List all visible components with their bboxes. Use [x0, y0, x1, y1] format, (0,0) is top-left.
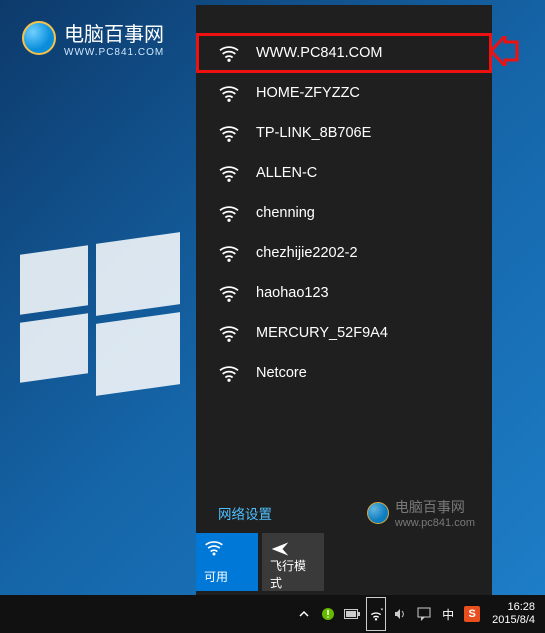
brand-subtitle: WWW.PC841.COM: [64, 47, 164, 58]
callout-arrow: [489, 36, 519, 66]
wifi-icon: [218, 124, 240, 142]
clock-date: 2015/8/4: [492, 614, 535, 627]
clock-time: 16:28: [492, 601, 535, 614]
airplane-tile[interactable]: 飞行模式: [262, 533, 324, 591]
wifi-icon: [218, 44, 240, 62]
system-tray: * 中 S 16:28 2015/8/4: [292, 595, 545, 633]
sogou-ime-icon[interactable]: S: [460, 595, 484, 633]
network-item-0[interactable]: WWW.PC841.COM: [196, 33, 492, 73]
airplane-tile-label: 飞行模式: [270, 557, 316, 591]
wifi-tile-label: 可用: [204, 568, 228, 585]
watermark-sub: www.pc841.com: [395, 517, 475, 529]
network-ssid: TP-LINK_8B706E: [256, 125, 371, 141]
wifi-icon: [218, 244, 240, 262]
ime-indicator[interactable]: 中: [436, 595, 460, 633]
wifi-icon: [218, 84, 240, 102]
network-item-4[interactable]: chenning: [196, 193, 492, 233]
quick-tiles: 可用 飞行模式: [196, 533, 492, 595]
volume-icon[interactable]: [388, 595, 412, 633]
watermark-title: 电脑百事网: [395, 497, 475, 517]
wifi-icon: [218, 324, 240, 342]
battery-icon[interactable]: [340, 595, 364, 633]
svg-text:*: *: [381, 608, 384, 615]
network-item-3[interactable]: ALLEN-C: [196, 153, 492, 193]
network-item-8[interactable]: Netcore: [196, 353, 492, 393]
network-ssid: chezhijie2202-2: [256, 245, 358, 261]
network-ssid: ALLEN-C: [256, 165, 317, 181]
taskbar: * 中 S 16:28 2015/8/4: [0, 595, 545, 633]
network-ssid: MERCURY_52F9A4: [256, 325, 388, 341]
network-item-2[interactable]: TP-LINK_8B706E: [196, 113, 492, 153]
security-icon[interactable]: [316, 595, 340, 633]
action-center-icon[interactable]: [412, 595, 436, 633]
network-ssid: haohao123: [256, 285, 329, 301]
wifi-icon: [218, 364, 240, 382]
brand-title: 电脑百事网: [64, 18, 164, 47]
network-list: WWW.PC841.COM HOME-ZFYZZC TP-LINK_8B706E…: [196, 5, 492, 497]
taskbar-clock[interactable]: 16:28 2015/8/4: [484, 597, 545, 630]
network-ssid: Netcore: [256, 365, 307, 381]
tray-overflow-icon[interactable]: [292, 595, 316, 633]
brand-watermark-top: 电脑百事网 WWW.PC841.COM: [22, 18, 164, 58]
wifi-icon: [204, 539, 224, 557]
network-item-1[interactable]: HOME-ZFYZZC: [196, 73, 492, 113]
network-item-7[interactable]: MERCURY_52F9A4: [196, 313, 492, 353]
network-ssid: chenning: [256, 205, 315, 221]
wifi-icon: [218, 164, 240, 182]
airplane-icon: [270, 539, 290, 557]
network-ssid: HOME-ZFYZZC: [256, 85, 360, 101]
globe-icon: [22, 21, 56, 55]
wifi-tile[interactable]: 可用: [196, 533, 258, 591]
windows-logo: [20, 230, 180, 390]
brand-watermark-overlay: 电脑百事网 www.pc841.com: [367, 497, 475, 529]
network-ssid: WWW.PC841.COM: [256, 45, 382, 61]
network-tray-icon[interactable]: *: [364, 595, 388, 633]
network-item-6[interactable]: haohao123: [196, 273, 492, 313]
wifi-icon: [218, 284, 240, 302]
network-item-5[interactable]: chezhijie2202-2: [196, 233, 492, 273]
wifi-icon: [218, 204, 240, 222]
